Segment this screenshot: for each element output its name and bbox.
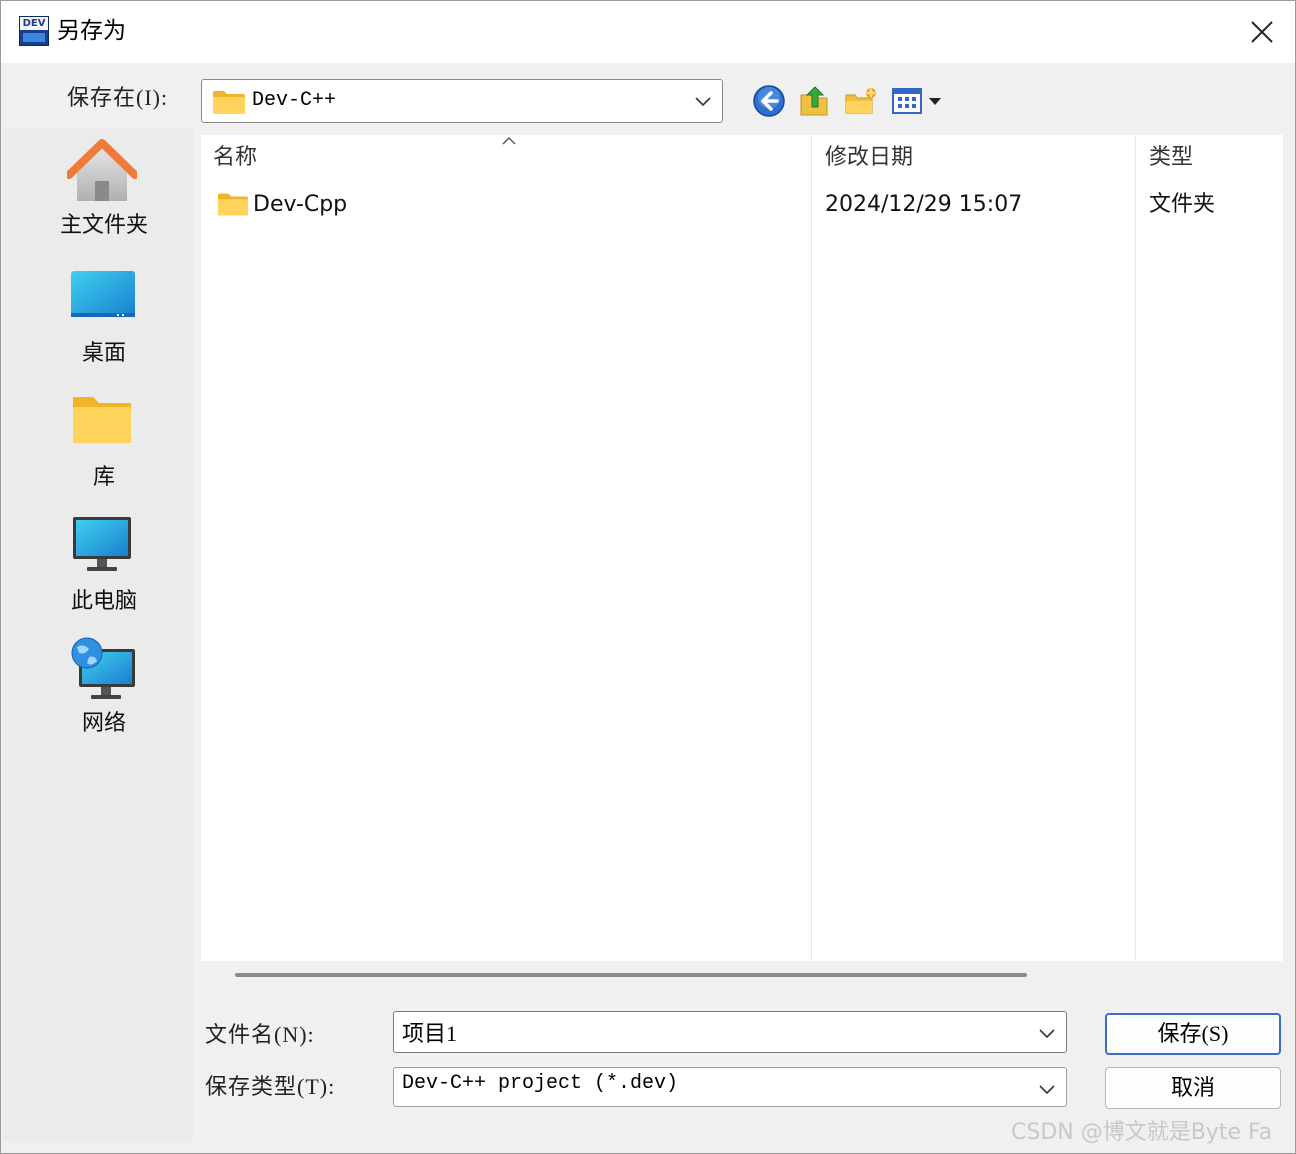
filename-input[interactable]: 项目1	[402, 1016, 457, 1048]
window-title: 另存为	[57, 18, 126, 44]
file-modified: 2024/12/29 15:07	[825, 192, 1023, 217]
places-bar: 主文件夹 桌面 库 此电脑 网络	[3, 127, 193, 1141]
place-label: 桌面	[81, 341, 126, 366]
chevron-down-icon[interactable]	[694, 94, 712, 108]
save-in-combo[interactable]: Dev-C++	[201, 79, 723, 123]
column-divider[interactable]	[811, 135, 812, 961]
column-header-modified[interactable]: 修改日期	[825, 143, 913, 173]
place-label: 主文件夹	[59, 213, 148, 238]
folder-icon	[217, 193, 249, 216]
table-row[interactable]: Dev-Cpp 2024/12/29 15:07 文件夹	[201, 187, 1283, 223]
column-divider[interactable]	[1135, 135, 1136, 961]
title-bar: DEV 另存为	[1, 1, 1295, 63]
chevron-down-icon[interactable]	[1038, 1082, 1056, 1096]
home-icon	[67, 139, 137, 201]
network-icon	[71, 637, 135, 699]
place-desktop[interactable]: 桌面	[3, 267, 193, 385]
save-button[interactable]: 保存(S)	[1105, 1013, 1281, 1055]
save-in-value: Dev-C++	[252, 89, 337, 112]
horizontal-scrollbar[interactable]	[235, 973, 1027, 977]
close-button[interactable]	[1237, 9, 1287, 55]
place-network[interactable]: 网络	[3, 637, 193, 755]
up-folder-icon	[800, 86, 828, 116]
place-label: 网络	[81, 711, 126, 736]
new-folder-icon	[845, 87, 877, 114]
this-pc-icon	[73, 517, 131, 571]
save-as-dialog: DEV 另存为 保存在(I): Dev-C++ 主文件夹 桌面 库 此电脑 网络…	[0, 0, 1296, 1154]
library-folder-icon	[73, 397, 131, 443]
view-menu-button[interactable]	[891, 83, 947, 119]
up-folder-button[interactable]	[797, 83, 833, 119]
sort-ascending-icon	[502, 137, 516, 145]
place-this-pc[interactable]: 此电脑	[3, 515, 193, 633]
app-icon-text: DEV	[20, 17, 48, 30]
file-type: 文件夹	[1149, 192, 1216, 217]
dev-cpp-app-icon: DEV	[19, 16, 49, 46]
cancel-button[interactable]: 取消	[1105, 1067, 1281, 1109]
place-home[interactable]: 主文件夹	[3, 139, 193, 257]
back-button[interactable]	[751, 83, 787, 119]
filename-combo[interactable]: 项目1	[393, 1011, 1067, 1053]
file-name: Dev-Cpp	[253, 192, 348, 217]
column-header-name[interactable]: 名称	[213, 143, 257, 173]
chevron-down-icon[interactable]	[1038, 1026, 1056, 1040]
view-menu-icon	[892, 88, 941, 114]
filetype-label: 保存类型(T):	[205, 1074, 336, 1099]
new-folder-button[interactable]	[843, 83, 879, 119]
watermark: CSDN @博文就是Byte Fa	[1011, 1120, 1273, 1145]
file-list[interactable]: 名称 修改日期 类型 Dev-Cpp 2024/12/29 15:07 文件夹	[201, 135, 1283, 961]
close-icon	[1251, 21, 1273, 43]
place-library[interactable]: 库	[3, 391, 193, 509]
filename-label: 文件名(N):	[205, 1022, 315, 1047]
place-label: 库	[92, 465, 115, 490]
place-label: 此电脑	[70, 589, 137, 614]
save-in-label: 保存在(I):	[67, 85, 169, 110]
desktop-icon	[71, 271, 135, 317]
filetype-combo[interactable]: Dev-C++ project (*.dev)	[393, 1067, 1067, 1107]
folder-icon	[213, 91, 245, 114]
column-header-type[interactable]: 类型	[1149, 143, 1193, 173]
filetype-value: Dev-C++ project (*.dev)	[402, 1072, 679, 1095]
back-icon	[753, 85, 785, 117]
